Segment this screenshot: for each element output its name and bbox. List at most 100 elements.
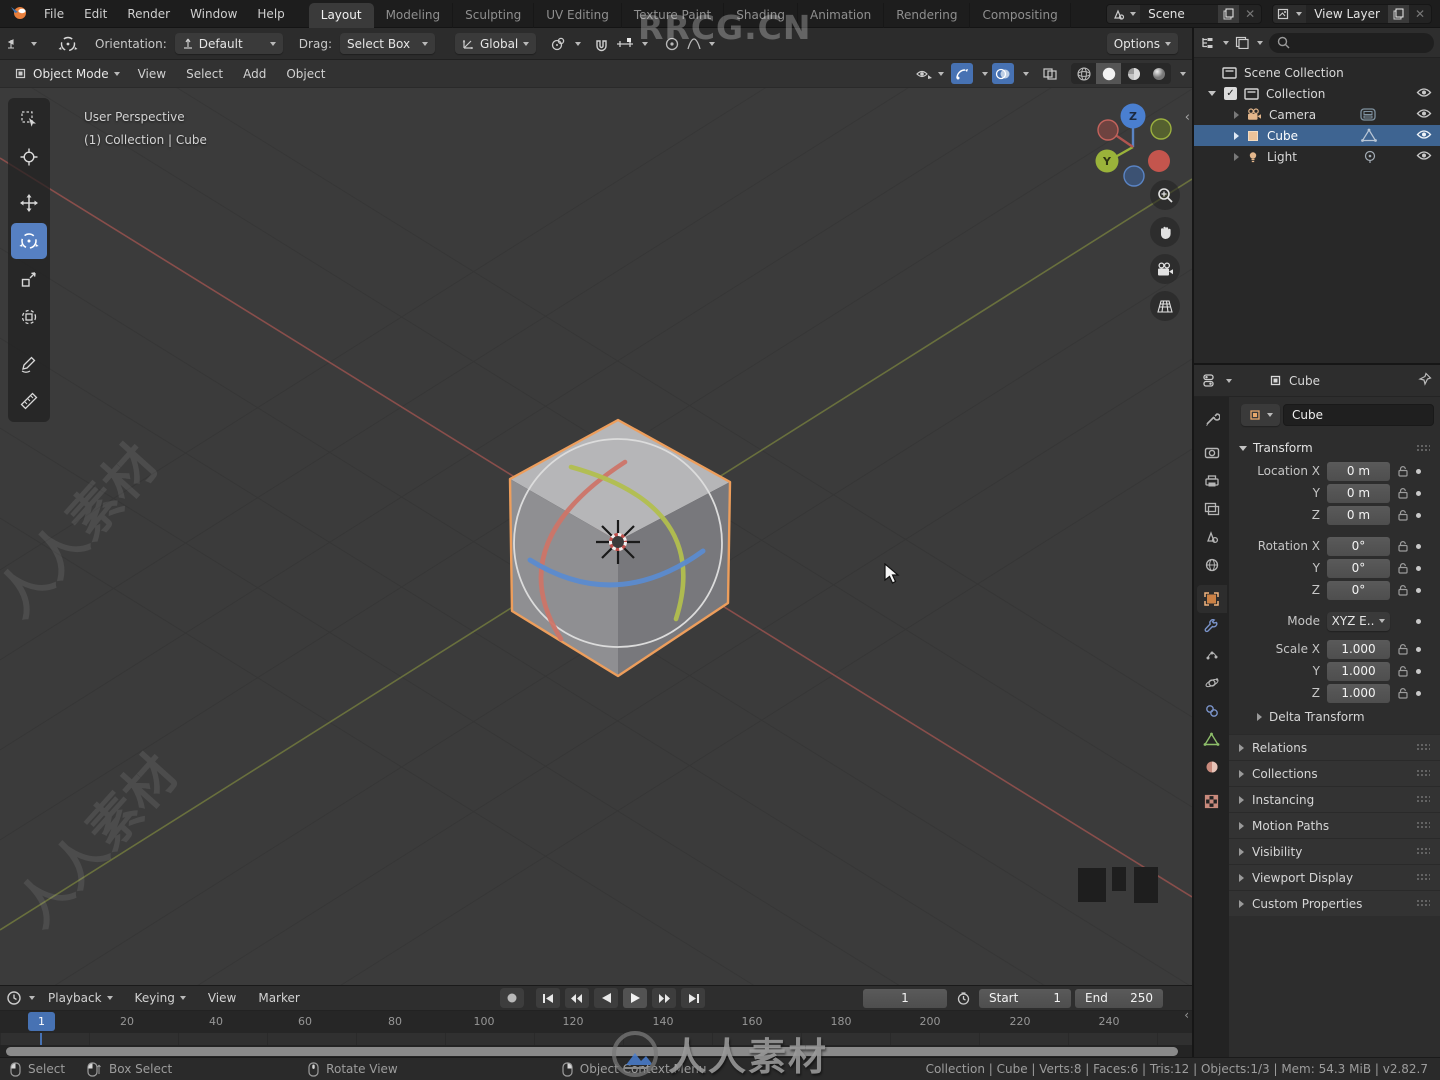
blender-logo-icon[interactable] (0, 4, 34, 23)
panel-grip[interactable] (1416, 821, 1430, 830)
jump-start-button[interactable] (536, 988, 560, 1008)
eye-icon[interactable] (1416, 108, 1432, 122)
sidebar-toggle-arrow[interactable]: ‹ (1185, 110, 1190, 125)
timeline-editor-type[interactable] (6, 990, 35, 1006)
shading-solid-button[interactable] (1096, 63, 1121, 84)
camera-data-icon[interactable] (1358, 107, 1378, 125)
camera-view-button[interactable] (1150, 254, 1180, 284)
timeline-collapse-arrow[interactable]: ‹ (1184, 1008, 1189, 1022)
timeline-scrollbar-thumb[interactable] (6, 1047, 1178, 1056)
new-scene-button[interactable] (1218, 4, 1240, 23)
menu-window[interactable]: Window (180, 7, 247, 21)
mesh-data-icon[interactable] (1360, 128, 1378, 146)
options-dropdown[interactable]: Options (1106, 33, 1178, 54)
panel-grip[interactable] (1416, 769, 1430, 778)
menu-object[interactable]: Object (277, 67, 334, 81)
location-x-field[interactable]: 0 m (1327, 461, 1390, 481)
overlays-toggle[interactable] (992, 63, 1014, 84)
tool-transform[interactable] (11, 299, 47, 335)
overlays-dropdown-chevron[interactable] (1023, 71, 1029, 76)
transform-panel-header[interactable]: Transform (1233, 436, 1436, 460)
remove-view-layer-button[interactable]: ✕ (1409, 7, 1431, 21)
section-instancing[interactable]: Instancing (1229, 786, 1440, 812)
section-motion-paths[interactable]: Motion Paths (1229, 812, 1440, 838)
gizmos-toggle[interactable] (951, 63, 973, 84)
record-button[interactable] (500, 988, 524, 1008)
tool-annotate[interactable] (11, 345, 47, 381)
transform-space-dropdown[interactable]: Global (454, 33, 537, 54)
lock-icon[interactable] (1390, 687, 1416, 699)
tab-uv-editing[interactable]: UV Editing (534, 2, 622, 28)
delta-transform-header[interactable]: Delta Transform (1233, 704, 1436, 730)
lock-icon[interactable] (1390, 584, 1416, 596)
scene-name[interactable]: Scene (1140, 7, 1218, 21)
menu-help[interactable]: Help (247, 7, 294, 21)
tab-render[interactable] (1197, 439, 1227, 467)
expand-icon[interactable] (1234, 131, 1239, 140)
section-viewport-display[interactable]: Viewport Display (1229, 864, 1440, 890)
animate-dot[interactable] (1416, 668, 1421, 674)
tab-layout[interactable]: Layout (308, 2, 374, 28)
panel-grip[interactable] (1416, 847, 1430, 856)
animate-dot[interactable] (1416, 543, 1421, 549)
tab-modifiers[interactable] (1197, 613, 1227, 641)
outliner-display-mode[interactable] (1235, 36, 1263, 49)
prev-keyframe-button[interactable] (565, 988, 589, 1008)
collection-checkbox[interactable]: ✓ (1224, 87, 1237, 100)
zoom-button[interactable] (1150, 180, 1180, 210)
gizmos-dropdown-chevron[interactable] (982, 71, 988, 76)
panel-grip[interactable] (1416, 743, 1430, 752)
editor-type-selector[interactable] (6, 36, 37, 52)
menu-render[interactable]: Render (117, 7, 180, 21)
rotation-mode-dropdown[interactable]: XYZ E.. (1327, 611, 1390, 631)
perspective-ortho-button[interactable] (1150, 291, 1180, 321)
shading-dropdown-chevron[interactable] (1180, 71, 1186, 76)
new-view-layer-button[interactable] (1387, 4, 1409, 23)
tab-shading[interactable]: Shading (724, 2, 798, 28)
pan-hand-button[interactable] (1150, 217, 1180, 247)
menu-edit[interactable]: Edit (74, 7, 117, 21)
eye-icon[interactable] (1416, 129, 1432, 143)
nav-gizmo[interactable]: Z Y (1095, 103, 1172, 187)
animate-dot[interactable] (1416, 587, 1421, 593)
current-frame-badge[interactable]: 1 (28, 1012, 55, 1031)
scene-selector[interactable]: Scene ✕ (1106, 3, 1263, 24)
eye-icon[interactable] (1416, 87, 1432, 101)
section-visibility[interactable]: Visibility (1229, 838, 1440, 864)
animate-dot[interactable] (1416, 690, 1421, 696)
shading-wireframe-button[interactable] (1071, 63, 1096, 84)
shading-material-button[interactable] (1121, 63, 1146, 84)
expand-icon[interactable] (1208, 91, 1216, 96)
rotation-y-field[interactable]: 0° (1327, 558, 1390, 578)
tab-animation[interactable]: Animation (798, 2, 885, 28)
panel-grip[interactable] (1416, 443, 1430, 453)
lock-icon[interactable] (1390, 562, 1416, 574)
timeline-track-strip[interactable] (0, 1033, 1192, 1045)
section-collections[interactable]: Collections (1229, 760, 1440, 786)
tab-scene[interactable] (1197, 523, 1227, 551)
animate-dot[interactable] (1416, 512, 1421, 518)
expand-icon[interactable] (1234, 110, 1239, 119)
snap-target-dropdown[interactable] (615, 37, 649, 51)
tab-particles[interactable] (1197, 641, 1227, 669)
shading-rendered-button[interactable] (1146, 63, 1171, 84)
viewport-canvas[interactable]: Z Y (0, 88, 1192, 985)
properties-editor-type[interactable] (1202, 373, 1232, 388)
menu-view[interactable]: View (129, 67, 175, 81)
eye-icon[interactable] (1416, 150, 1432, 164)
outliner-collection[interactable]: ✓ Collection (1194, 83, 1440, 104)
location-z-field[interactable]: 0 m (1327, 505, 1390, 525)
section-relations[interactable]: Relations (1229, 734, 1440, 760)
tab-material[interactable] (1197, 753, 1227, 781)
tool-scale[interactable] (11, 261, 47, 297)
tool-select-box[interactable] (11, 101, 47, 137)
expand-icon[interactable] (1234, 152, 1239, 161)
tool-cursor[interactable] (11, 139, 47, 175)
lock-icon[interactable] (1390, 665, 1416, 677)
light-data-icon[interactable] (1362, 149, 1378, 167)
jump-end-button[interactable] (681, 988, 705, 1008)
tab-rendering[interactable]: Rendering (884, 2, 971, 28)
play-reverse-button[interactable] (594, 988, 618, 1008)
outliner-item-light[interactable]: Light (1194, 146, 1440, 167)
animate-dot[interactable] (1416, 646, 1421, 652)
